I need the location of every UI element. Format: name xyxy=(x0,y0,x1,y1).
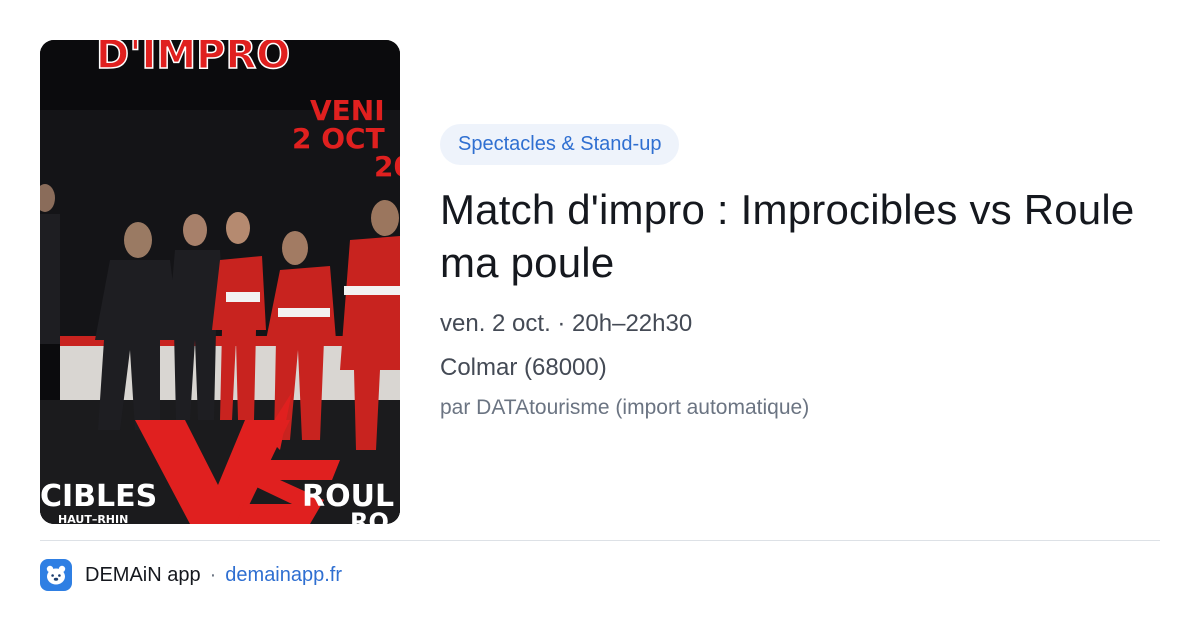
poster-top-text: D'IMPRO xyxy=(96,40,290,78)
footer: DEMAiN app · demainapp.fr xyxy=(40,558,342,592)
poster-team-left: CIBLES xyxy=(40,479,157,514)
event-location: Colmar (68000) xyxy=(440,354,607,381)
app-name: DEMAiN app xyxy=(85,563,201,586)
poster-team-left-sub: HAUT–RHIN xyxy=(58,513,128,524)
event-poster-image[interactable]: D'IMPRO VENI 2 OCT 20 CIBLES HAUT–RHIN R… xyxy=(40,40,400,524)
poster-team-right-sub: RO xyxy=(350,508,389,524)
app-website-link[interactable]: demainapp.fr xyxy=(225,564,342,587)
poster-date-line2: 2 OCT xyxy=(292,122,385,155)
category-badge[interactable]: Spectacles & Stand-up xyxy=(440,124,680,165)
footer-separator: · xyxy=(209,563,217,586)
event-datetime: ven. 2 oct. · 20h–22h30 xyxy=(440,310,693,337)
poster-date-line3: 20 xyxy=(374,150,400,183)
bear-icon[interactable] xyxy=(40,559,72,591)
footer-divider xyxy=(40,540,1160,541)
event-info: Spectacles & Stand-up Match d'impro : Im… xyxy=(440,124,1140,422)
event-card[interactable]: D'IMPRO VENI 2 OCT 20 CIBLES HAUT–RHIN R… xyxy=(0,0,1200,630)
event-title[interactable]: Match d'impro : Improcibles vs Roule ma … xyxy=(440,183,1140,289)
event-source: par DATAtourisme (import automatique) xyxy=(440,396,810,419)
